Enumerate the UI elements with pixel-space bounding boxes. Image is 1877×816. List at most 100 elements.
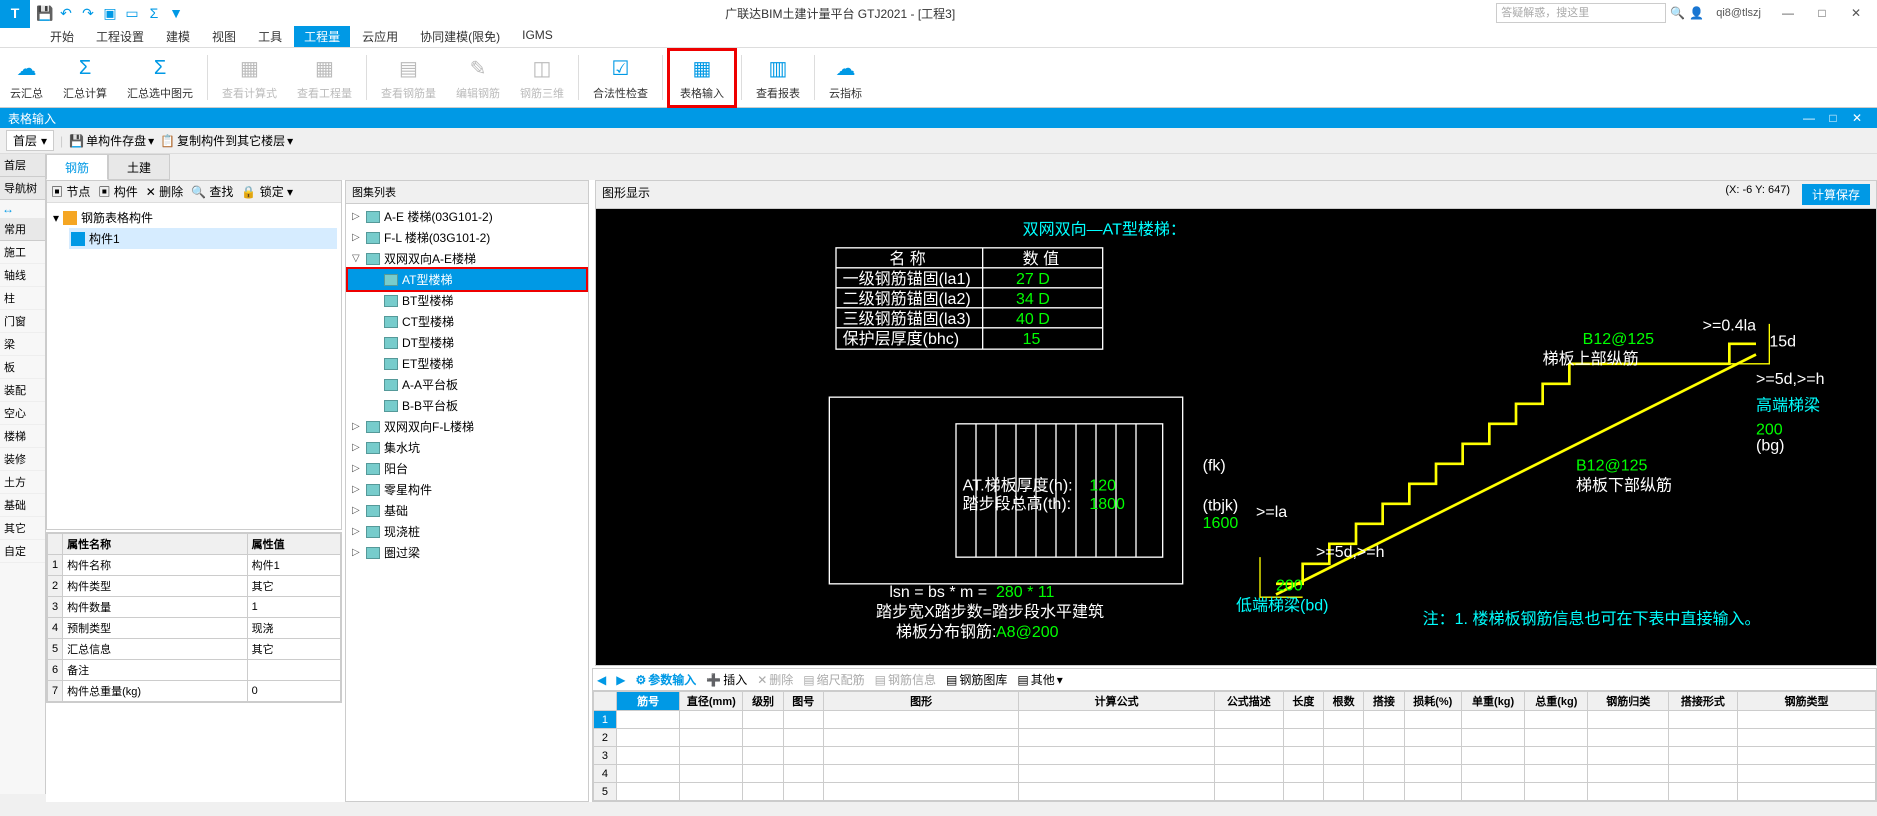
grid-cell[interactable] — [1737, 765, 1875, 783]
grid-cell[interactable] — [680, 729, 743, 747]
grid-cell[interactable] — [783, 747, 823, 765]
ribbon-云指标[interactable]: ☁云指标 — [819, 51, 872, 105]
grid-cell[interactable] — [1737, 729, 1875, 747]
grid-cell[interactable] — [680, 765, 743, 783]
nav-基础[interactable]: 基础 — [0, 494, 45, 517]
grid-cell[interactable] — [783, 783, 823, 801]
grid-cell[interactable] — [1462, 711, 1525, 729]
ribbon-云汇总[interactable]: ☁云汇总 — [0, 51, 53, 105]
gallery-阳台[interactable]: ▷阳台 — [348, 458, 586, 479]
gallery-BT型楼梯[interactable]: BT型楼梯 — [348, 290, 586, 311]
shrink-rebar-button[interactable]: ▤ 缩尺配筋 — [803, 671, 864, 688]
grid-cell[interactable] — [1324, 765, 1364, 783]
btn-arrow-left[interactable]: ◀ — [597, 673, 606, 687]
grid-cell[interactable] — [1404, 747, 1461, 765]
grid-cell[interactable] — [1525, 729, 1588, 747]
grid-cell[interactable] — [1525, 747, 1588, 765]
prop-value[interactable]: 其它 — [247, 639, 340, 660]
gallery-圏过梁[interactable]: ▷圏过梁 — [348, 542, 586, 563]
rebar-library-button[interactable]: ▤ 钢筋图库 — [946, 671, 1007, 688]
tree-component-1[interactable]: 构件1 — [69, 228, 337, 249]
grid-cell[interactable] — [1214, 711, 1283, 729]
menutab-7[interactable]: 协同建模(限免) — [410, 26, 510, 47]
grid-hdr[interactable] — [594, 692, 617, 711]
grid-cell[interactable] — [1588, 729, 1668, 747]
grid-cell[interactable] — [1364, 765, 1404, 783]
grid-cell[interactable] — [616, 783, 679, 801]
qat-a-icon[interactable]: ▣ — [102, 5, 118, 21]
close-button[interactable]: ✕ — [1841, 6, 1871, 20]
help-search[interactable]: 答疑解惑，搜这里 — [1496, 3, 1666, 23]
tb-lock[interactable]: 🔒 锁定 ▾ — [241, 183, 293, 200]
grid-cell[interactable] — [680, 711, 743, 729]
grid-cell[interactable] — [1214, 783, 1283, 801]
grid-cell[interactable] — [783, 729, 823, 747]
grid-hdr[interactable]: 筋号 — [616, 692, 679, 711]
param-input-button[interactable]: ⚙ 参数输入 — [635, 671, 696, 688]
nav-板[interactable]: 板 — [0, 356, 45, 379]
ribbon-汇总计算[interactable]: Σ汇总计算 — [53, 51, 117, 105]
nav-土方[interactable]: 土方 — [0, 471, 45, 494]
grid-cell[interactable] — [1324, 711, 1364, 729]
nav-施工[interactable]: 施工 — [0, 241, 45, 264]
nav-门窗[interactable]: 门窗 — [0, 310, 45, 333]
prop-value[interactable]: 0 — [247, 681, 340, 702]
grid-cell[interactable] — [680, 747, 743, 765]
panel-close-icon[interactable]: ✕ — [1845, 111, 1869, 125]
menutab-6[interactable]: 云应用 — [352, 26, 408, 47]
qat-b-icon[interactable]: ▭ — [124, 5, 140, 21]
menutab-1[interactable]: 工程设置 — [86, 26, 154, 47]
grid-cell[interactable] — [743, 711, 783, 729]
grid-cell[interactable] — [823, 765, 1018, 783]
grid-cell[interactable] — [1668, 747, 1737, 765]
gallery-AT型楼梯[interactable]: AT型楼梯 — [348, 269, 586, 290]
floor-dropdown[interactable]: 首层▾ — [6, 130, 54, 151]
grid-hdr[interactable]: 损耗(%) — [1404, 692, 1461, 711]
grid-hdr[interactable]: 搭接 — [1364, 692, 1404, 711]
panel-max-icon[interactable]: □ — [1821, 111, 1845, 125]
grid-hdr[interactable]: 单重(kg) — [1462, 692, 1525, 711]
tb-search[interactable]: 🔍 查找 — [191, 183, 233, 200]
grid-cell[interactable] — [1668, 765, 1737, 783]
gallery-ET型楼梯[interactable]: ET型楼梯 — [348, 353, 586, 374]
user-label[interactable]: qi8@tlszj — [1716, 7, 1761, 19]
grid-cell[interactable] — [1214, 729, 1283, 747]
grid-cell[interactable] — [1462, 783, 1525, 801]
qat-sigma-icon[interactable]: Σ — [146, 5, 162, 21]
qat-redo-icon[interactable]: ↷ — [80, 5, 96, 21]
grid-cell[interactable] — [1737, 747, 1875, 765]
prop-value[interactable]: 现浇 — [247, 618, 340, 639]
gallery-双网双向A-E楼梯[interactable]: ▽双网双向A-E楼梯 — [348, 248, 586, 269]
expand-icon[interactable]: ↔ — [0, 200, 45, 218]
menutab-8[interactable]: IGMS — [512, 26, 563, 47]
grid-cell[interactable] — [680, 783, 743, 801]
menutab-3[interactable]: 视图 — [202, 26, 246, 47]
grid-cell[interactable] — [1588, 747, 1668, 765]
grid-cell[interactable] — [1525, 765, 1588, 783]
nav-自定[interactable]: 自定 — [0, 540, 45, 563]
search-icon[interactable]: 🔍 — [1670, 6, 1685, 20]
grid-cell[interactable] — [783, 765, 823, 783]
grid-hdr[interactable]: 总重(kg) — [1525, 692, 1588, 711]
grid-cell[interactable] — [1324, 729, 1364, 747]
tb-delete[interactable]: ✕ 删除 — [146, 183, 183, 200]
grid-rownum[interactable]: 4 — [594, 765, 617, 783]
btn-arrow-right[interactable]: ▶ — [616, 673, 625, 687]
nav-其它[interactable]: 其它 — [0, 517, 45, 540]
menutab-5[interactable]: 工程量 — [294, 26, 350, 47]
grid-rownum[interactable]: 3 — [594, 747, 617, 765]
nav-空心[interactable]: 空心 — [0, 402, 45, 425]
grid-cell[interactable] — [1737, 783, 1875, 801]
tab-rebar[interactable]: 钢筋 — [46, 154, 108, 180]
grid-cell[interactable] — [783, 711, 823, 729]
nav-装修[interactable]: 装修 — [0, 448, 45, 471]
nav-柱[interactable]: 柱 — [0, 287, 45, 310]
grid-cell[interactable] — [1324, 783, 1364, 801]
grid-cell[interactable] — [1364, 783, 1404, 801]
gallery-DT型楼梯[interactable]: DT型楼梯 — [348, 332, 586, 353]
grid-hdr[interactable]: 直径(mm) — [680, 692, 743, 711]
grid-cell[interactable] — [1283, 765, 1323, 783]
grid-hdr[interactable]: 计算公式 — [1019, 692, 1214, 711]
user-icon[interactable]: 👤 — [1689, 6, 1704, 20]
grid-cell[interactable] — [1019, 711, 1214, 729]
